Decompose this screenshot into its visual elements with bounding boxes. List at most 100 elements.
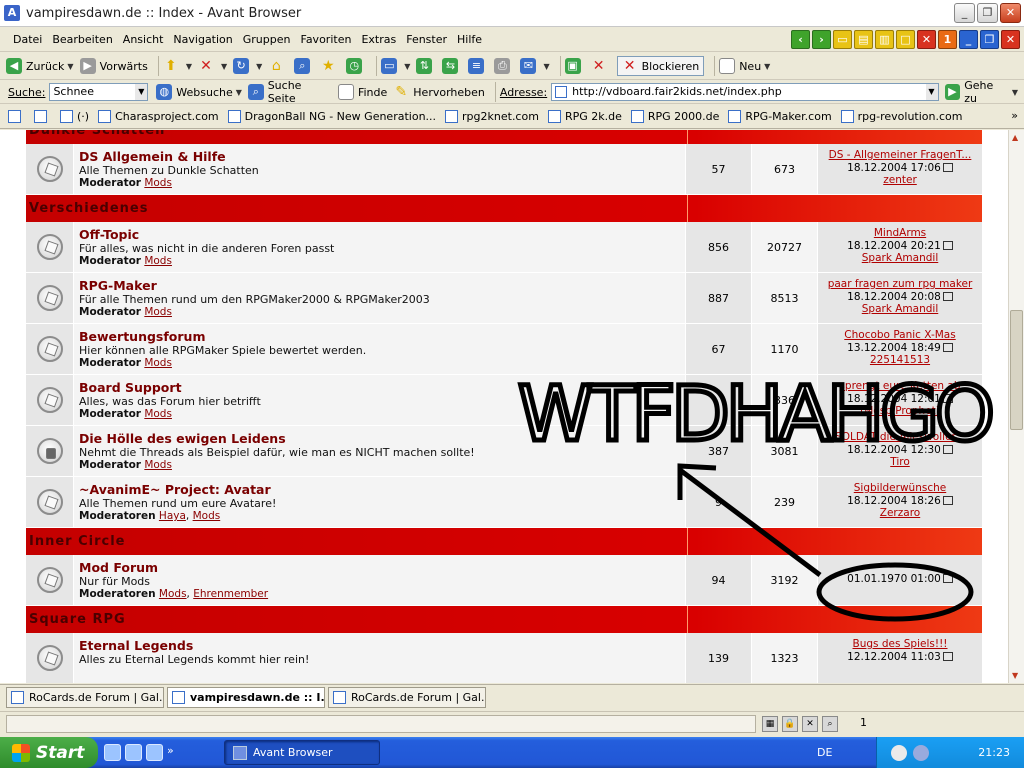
forum-name-link[interactable]: RPG-Maker [79, 278, 685, 293]
moderator-link[interactable]: Haya [159, 510, 186, 522]
goto-last-post-icon[interactable] [942, 651, 953, 661]
page-button[interactable]: ≡ [468, 58, 488, 74]
menu-datei[interactable]: Datei [8, 33, 47, 46]
up-button[interactable]: ⬆ ▼ [163, 58, 192, 74]
restore-button[interactable]: ❐ [977, 3, 998, 23]
print-button[interactable]: ⎙ [494, 58, 514, 74]
lock-icon[interactable]: 🔒 [782, 716, 798, 732]
block-popups-button[interactable]: ✕ Blockieren [616, 56, 705, 76]
link-item[interactable]: RPG 2k.de [547, 110, 622, 123]
goto-last-post-icon[interactable] [942, 444, 953, 454]
stop-button[interactable]: ✕ ▼ [198, 58, 227, 74]
menu-extras[interactable]: Extras [356, 33, 401, 46]
link-item[interactable]: Charasproject.com [98, 110, 219, 123]
last-post-title-link[interactable]: SOLDAT die Alleswoller... [818, 431, 982, 444]
goto-last-post-icon[interactable] [942, 393, 953, 403]
forum-name-link[interactable]: Die Hölle des ewigen Leidens [79, 431, 685, 446]
moderator-link[interactable]: Ehrenmember [193, 588, 268, 600]
start-button[interactable]: Start [0, 737, 98, 768]
last-post-title-link[interactable]: paar fragen zum rpg maker [818, 278, 982, 291]
link-item[interactable]: DragonBall NG - New Generation... [227, 110, 436, 123]
last-post-title-link[interactable]: Sigbilderwünsche [818, 482, 982, 495]
goto-last-post-icon[interactable] [942, 162, 953, 172]
goto-last-post-icon[interactable] [942, 342, 953, 352]
favorites-button[interactable]: ★ [320, 58, 340, 74]
last-post-user-link[interactable]: 225141513 [818, 354, 982, 367]
link-item[interactable]: rpg-revolution.com [840, 110, 963, 123]
category-header[interactable]: Square RPG [26, 606, 982, 633]
last-post-title-link[interactable]: DS - Allgemeiner FragenT... [818, 149, 982, 162]
search-dropdown-icon[interactable]: ▼ [135, 84, 148, 100]
scroll-down-icon[interactable]: ▼ [1012, 671, 1018, 680]
moderator-link[interactable]: Mods [144, 255, 172, 267]
moderator-link[interactable]: Mods [144, 357, 172, 369]
address-dropdown-icon[interactable]: ▼ [925, 84, 938, 100]
moderator-link[interactable]: Mods [144, 408, 172, 420]
mail-button[interactable]: ✉ ▼ [520, 58, 550, 74]
vertical-scrollbar[interactable]: ▲ ▼ [1008, 130, 1024, 683]
forward-button[interactable]: ▶ Vorwärts [79, 58, 148, 74]
moderator-link[interactable]: Mods [159, 588, 187, 600]
link-item[interactable]: RPG-Maker.com [728, 110, 832, 123]
moderator-link[interactable]: Mods [144, 459, 172, 471]
close-all-icon[interactable]: ✕ [917, 30, 936, 49]
address-input[interactable]: http://vdboard.fair2kids.net/index.php ▼ [551, 83, 939, 101]
category-title[interactable]: Dunkle Schatten [29, 130, 165, 138]
scroll-thumb[interactable] [1010, 310, 1023, 430]
image-button[interactable]: ▣ [564, 58, 585, 74]
goto-last-post-icon[interactable] [942, 574, 953, 583]
refresh-button[interactable]: ↻ ▼ [233, 58, 262, 74]
forum-name-link[interactable]: Bewertungsforum [79, 329, 685, 344]
websearch-button[interactable]: ◍ Websuche ▼ [156, 84, 242, 100]
search-button[interactable]: ⌕ [294, 58, 314, 74]
tab-minimize-icon[interactable]: _ [959, 30, 978, 49]
zoom-icon[interactable]: ⌕ [822, 716, 838, 732]
link-item[interactable]: RPG 2000.de [630, 110, 719, 123]
goto-last-post-icon[interactable] [942, 240, 953, 250]
highlight-button[interactable]: ✎ Hervorheben [393, 84, 484, 100]
search-input[interactable]: Schnee ▼ [49, 83, 149, 101]
tab-rocards-1[interactable]: RoCards.de Forum | Gal... [6, 687, 164, 708]
transfer-button[interactable]: ⇆ [442, 58, 462, 74]
category-header[interactable]: Dunkle Schatten [26, 130, 982, 144]
next-window-icon[interactable]: › [812, 30, 831, 49]
go-button[interactable]: ▶ Gehe zu ▼ [944, 79, 1018, 105]
proxy-icon[interactable]: ▦ [762, 716, 778, 732]
category-header[interactable]: Verschiedenes [26, 195, 982, 222]
moderator-link[interactable]: Mods [144, 306, 172, 318]
search-page-button[interactable]: ⌕ Suche Seite [247, 79, 332, 105]
forum-name-link[interactable]: Eternal Legends [79, 638, 685, 653]
badge-icon[interactable]: 1 [938, 30, 957, 49]
last-post-user-link[interactable]: Tiro [818, 456, 982, 469]
forum-name-link[interactable]: ~AvanimE~ Project: Avatar [79, 482, 685, 497]
quick-launch-icon[interactable] [104, 744, 121, 761]
links-icon-1[interactable] [8, 110, 25, 123]
forum-name-link[interactable]: Off-Topic [79, 227, 685, 242]
category-title[interactable]: Inner Circle [29, 534, 126, 549]
goto-last-post-icon[interactable] [942, 495, 953, 505]
menu-gruppen[interactable]: Gruppen [238, 33, 296, 46]
sync-button[interactable]: ⇅ [416, 58, 436, 74]
goto-last-post-icon[interactable] [942, 291, 953, 301]
last-post-user-link[interactable]: Zerzaro [818, 507, 982, 520]
last-post-title-link[interactable]: MindArms [818, 227, 982, 240]
menu-fenster[interactable]: Fenster [401, 33, 452, 46]
forum-name-link[interactable]: DS Allgemein & Hilfe [79, 149, 685, 164]
category-header[interactable]: Inner Circle [26, 528, 982, 555]
home-button[interactable]: ⌂ [268, 58, 288, 74]
menu-navigation[interactable]: Navigation [168, 33, 237, 46]
link-item[interactable]: rpg2knet.com [445, 110, 539, 123]
window-button[interactable]: ▭ ▼ [381, 58, 410, 74]
menu-ansicht[interactable]: Ansicht [118, 33, 169, 46]
quick-launch-more-icon[interactable]: » [167, 744, 174, 761]
forum-name-link[interactable]: Board Support [79, 380, 685, 395]
menu-favoriten[interactable]: Favoriten [296, 33, 357, 46]
link-item[interactable]: (·) [60, 110, 89, 123]
history-button[interactable]: ◷ [346, 58, 366, 74]
moderator-link[interactable]: Mods [144, 177, 172, 189]
cascade-icon[interactable]: ▭ [833, 30, 852, 49]
forum-name-link[interactable]: Mod Forum [79, 560, 685, 575]
tab-vampiresdawn[interactable]: vampiresdawn.de :: I... [167, 687, 325, 708]
tab-rocards-2[interactable]: RoCards.de Forum | Gal... [328, 687, 486, 708]
links-more-icon[interactable]: » [1011, 109, 1018, 122]
